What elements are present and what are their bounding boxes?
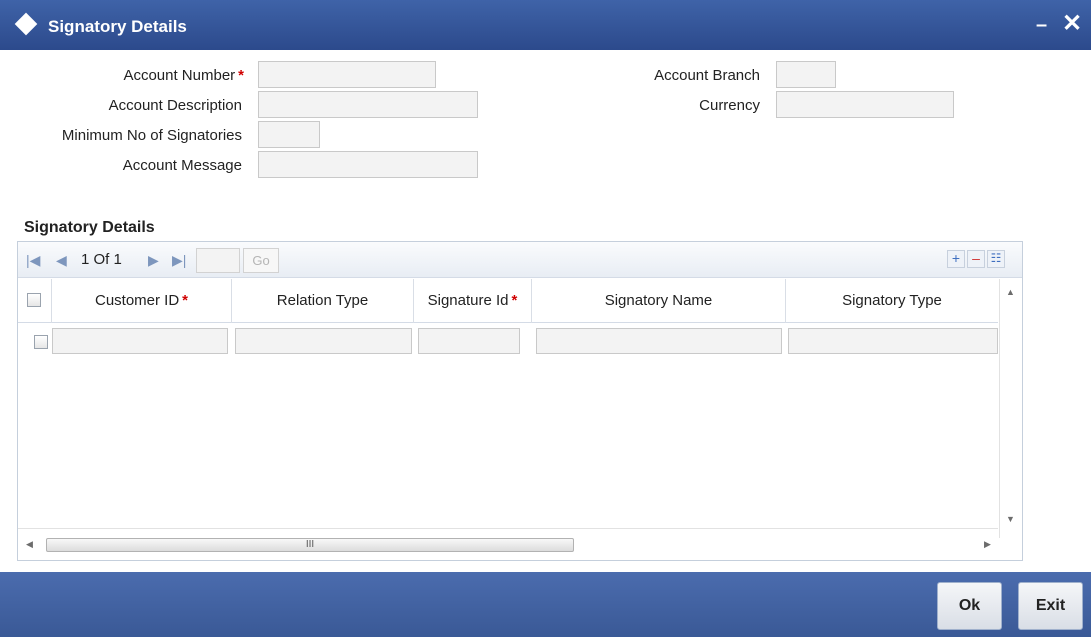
scroll-up-icon[interactable]: ▲ [1006,287,1015,297]
required-marker: * [511,292,518,309]
account-description-label: Account Description [108,97,242,114]
required-marker: * [238,67,244,84]
account-message-field[interactable] [258,151,478,178]
account-message-label: Account Message [122,157,242,174]
minimize-icon[interactable]: – [1036,14,1047,37]
signatory-details-section-title: Signatory Details [24,219,155,236]
grid-header-row: Customer ID * Relation Type Signature Id *… [18,279,998,323]
scroll-right-icon[interactable]: ▶ [984,539,991,550]
delete-row-icon[interactable]: – [967,250,985,268]
go-button[interactable]: Go [243,248,279,273]
account-number-label: Account Number * [60,67,244,84]
last-page-icon[interactable]: ▶| [172,252,186,269]
close-icon[interactable]: ✕ [1062,9,1082,38]
window-title-bar: Signatory Details – ✕ [0,0,1091,50]
col-customer-id-label: Customer ID [94,292,180,309]
account-number-field[interactable] [258,61,436,88]
account-description-field[interactable] [258,91,478,118]
scroll-down-icon[interactable]: ▼ [1006,514,1015,524]
select-all-checkbox[interactable] [27,293,41,307]
col-customer-id[interactable]: Customer ID * [52,279,232,323]
account-branch-label: Account Branch [654,67,760,84]
signatory-name-cell-input[interactable] [536,328,782,354]
ok-button[interactable]: Ok [937,582,1002,630]
vertical-scrollbar[interactable]: ▲ ▼ [999,279,1021,538]
grid-pager: |◀ ◀ 1 Of 1 ▶ ▶| Go + – ☷ [18,242,1022,278]
page-indicator: 1 Of 1 [81,251,122,268]
col-signature-id-label: Signature Id [427,292,509,309]
page-number-input[interactable] [196,248,240,273]
footer-bar: Ok Exit [0,572,1091,637]
min-signatories-field[interactable] [258,121,320,148]
row-select-checkbox[interactable] [34,335,48,349]
col-signature-id[interactable]: Signature Id * [414,279,532,323]
min-signatories-label: Minimum No of Signatories [61,127,242,144]
horizontal-scroll-thumb[interactable]: III [46,538,574,552]
window-title: Signatory Details [48,17,187,36]
signatory-type-cell-input[interactable] [788,328,998,354]
col-relation-type[interactable]: Relation Type [232,279,414,323]
customer-id-cell-input[interactable] [52,328,228,354]
signature-id-cell-input[interactable] [418,328,520,354]
select-all-cell [18,279,52,323]
account-number-label-text: Account Number [123,67,236,84]
first-page-icon[interactable]: |◀ [26,252,40,269]
single-view-icon[interactable]: ☷ [987,250,1005,268]
exit-button[interactable]: Exit [1018,582,1083,630]
horizontal-scrollbar[interactable]: ◀ III ▶ [18,528,998,558]
previous-page-icon[interactable]: ◀ [56,252,67,269]
relation-type-cell-input[interactable] [235,328,412,354]
scroll-left-icon[interactable]: ◀ [26,539,33,550]
required-marker: * [182,292,189,309]
next-page-icon[interactable]: ▶ [148,252,159,269]
currency-field[interactable] [776,91,954,118]
currency-label: Currency [699,97,760,114]
account-branch-field[interactable] [776,61,836,88]
diamond-icon [14,12,38,36]
col-signatory-name[interactable]: Signatory Name [532,279,786,323]
col-signatory-type[interactable]: Signatory Type [786,279,998,323]
add-row-icon[interactable]: + [947,250,965,268]
signatory-grid: |◀ ◀ 1 Of 1 ▶ ▶| Go + – ☷ Customer ID * R… [17,241,1023,561]
